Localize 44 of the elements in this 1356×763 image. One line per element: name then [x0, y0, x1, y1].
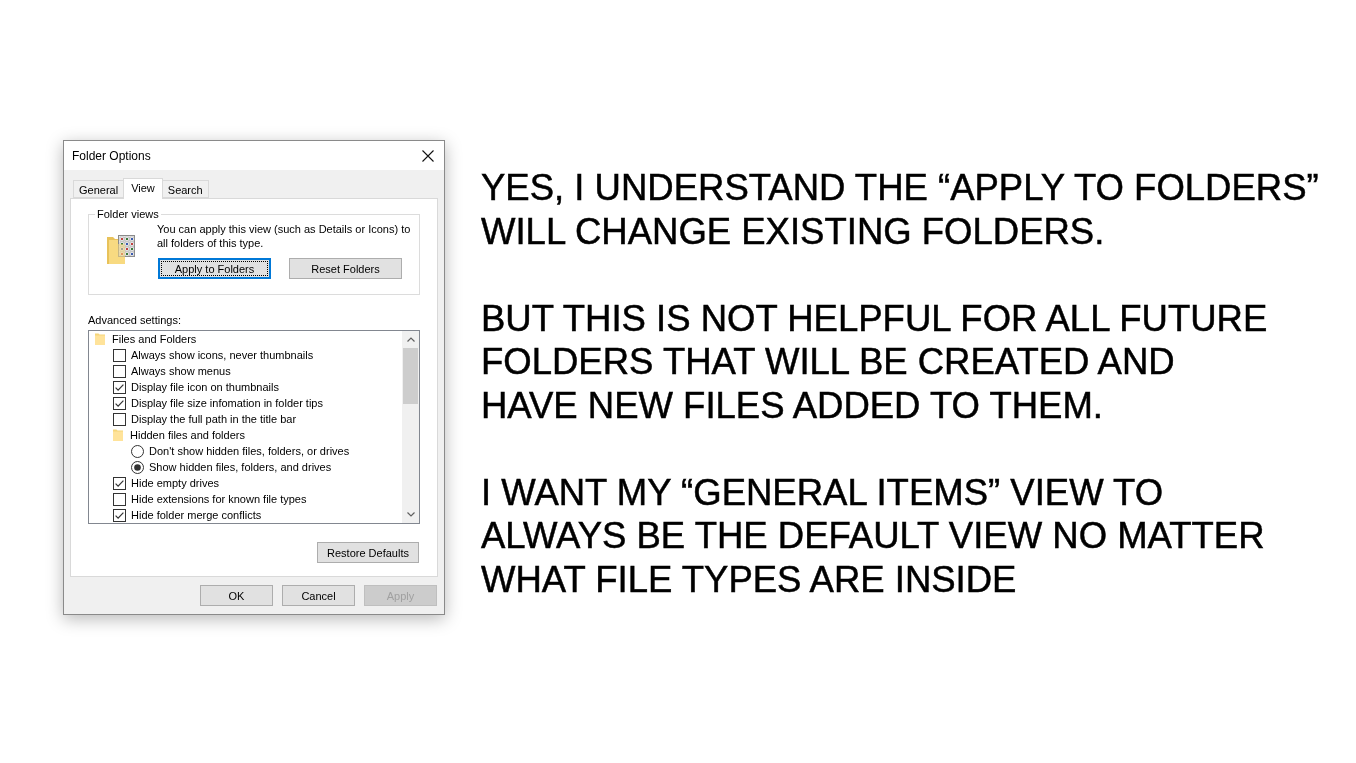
- checkbox[interactable]: [113, 508, 126, 522]
- checkbox[interactable]: [113, 476, 126, 490]
- option-label[interactable]: Don't show hidden files, folders, or drives: [149, 444, 350, 458]
- window-title: Folder Options: [72, 148, 151, 163]
- setting-label[interactable]: Display file icon on thumbnails: [131, 380, 279, 394]
- setting-label[interactable]: Always show icons, never thumbnails: [131, 348, 314, 362]
- folder-grid-icon: [107, 235, 135, 264]
- close-icon: [422, 149, 434, 162]
- radio-button[interactable]: [131, 460, 144, 474]
- radio-button[interactable]: [131, 444, 144, 458]
- tree-group-label[interactable]: Files and Folders: [112, 332, 197, 346]
- group-title: Folder views: [96, 208, 160, 221]
- setting-label[interactable]: Hide empty drives: [131, 476, 220, 490]
- apply-to-folders-button[interactable]: Apply to Folders: [158, 258, 271, 279]
- settings-label: Advanced settings:: [88, 313, 182, 327]
- checkbox[interactable]: [113, 380, 126, 394]
- setting-label[interactable]: Hide folder merge conflicts: [131, 508, 262, 522]
- restore-defaults-button[interactable]: Restore Defaults: [317, 542, 419, 563]
- checkbox[interactable]: [113, 492, 126, 506]
- checkbox[interactable]: [113, 364, 126, 378]
- caption-paragraph: I WANT MY “GENERAL ITEMS” VIEW TO ALWAYS BE THE DEFAULT VIEW NO MATTER WHAT FILE TYPES ARE INSIDE: [481, 470, 1266, 601]
- setting-label[interactable]: Display file size infomation in folder tips: [131, 396, 323, 410]
- dialog-button[interactable]: Cancel: [282, 585, 355, 606]
- tree-group-label[interactable]: Hidden files and folders: [130, 428, 245, 442]
- checkbox[interactable]: [113, 396, 126, 410]
- group-description: You can apply this view (such as Details or Icons) to all folders of this type.: [157, 222, 412, 250]
- chevron-down-icon: [406, 512, 415, 517]
- dialog-button[interactable]: OK: [200, 585, 273, 606]
- chevron-up-icon: [406, 337, 415, 342]
- reset-folders-button[interactable]: Reset Folders: [289, 258, 402, 279]
- option-label[interactable]: Show hidden files, folders, and drives: [149, 460, 332, 474]
- folder-icon: [113, 429, 123, 441]
- caption-paragraph: YES, I UNDERSTAND THE “APPLY TO FOLDERS” WILL CHANGE EXISTING FOLDERS.: [481, 166, 1319, 253]
- setting-label[interactable]: Hide extensions for known file types: [131, 492, 307, 506]
- setting-label[interactable]: Display the full path in the title bar: [131, 412, 297, 426]
- checkbox[interactable]: [113, 348, 126, 362]
- checkbox[interactable]: [113, 412, 126, 426]
- setting-label[interactable]: Always show menus: [131, 364, 231, 378]
- folder-icon: [95, 333, 105, 345]
- tab[interactable]: Search: [161, 180, 209, 198]
- tab[interactable]: General: [73, 180, 125, 198]
- caption-paragraph: BUT THIS IS NOT HELPFUL FOR ALL FUTURE FOLDERS THAT WILL BE CREATED AND HAVE NEW FILES ADDED TO THEM.: [481, 296, 1269, 427]
- tab[interactable]: View: [123, 178, 163, 199]
- scroll-thumb[interactable]: [403, 348, 418, 404]
